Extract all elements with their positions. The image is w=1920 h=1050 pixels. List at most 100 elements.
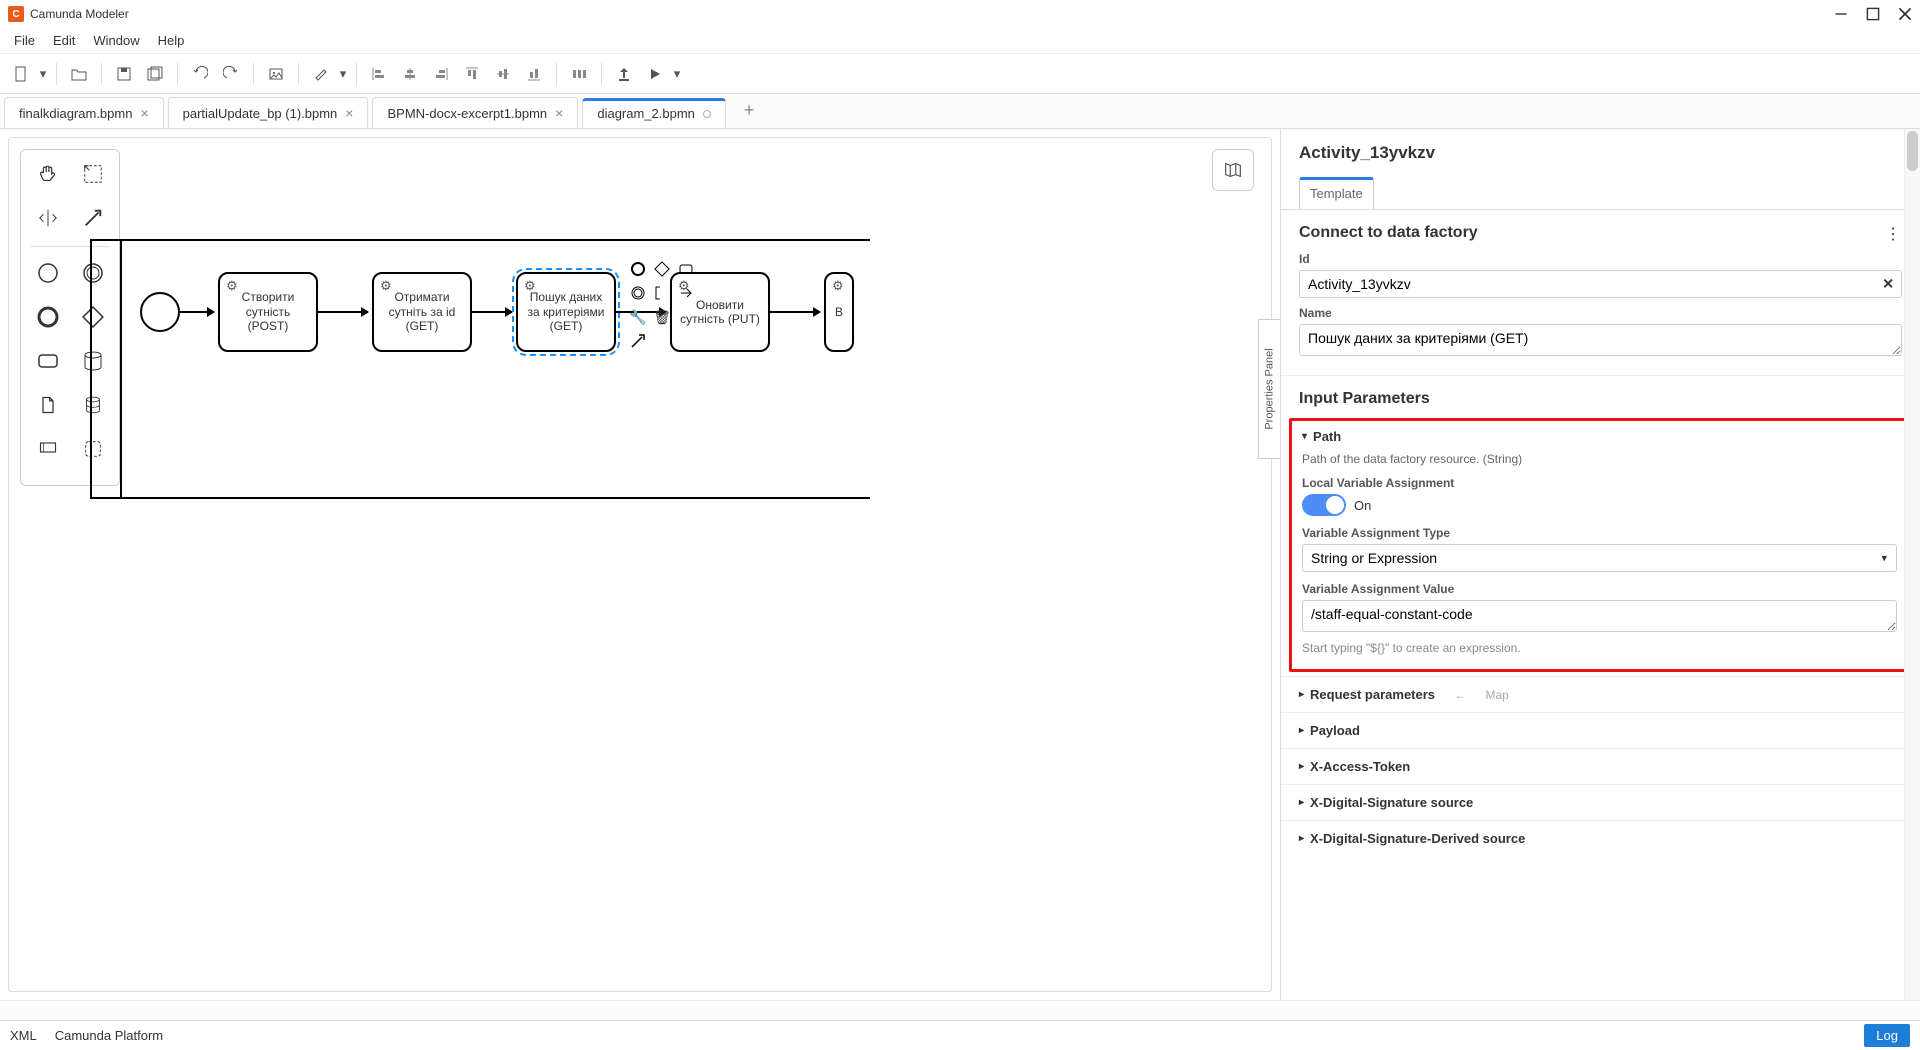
context-pad: 🔧 🗑 — [628, 259, 696, 351]
clear-id-icon[interactable]: ✕ — [1882, 276, 1894, 293]
scrollbar-thumb[interactable] — [1907, 131, 1918, 171]
properties-panel-handle[interactable]: Properties Panel — [1258, 319, 1280, 459]
template-tab[interactable]: Template — [1299, 177, 1374, 209]
close-tab-icon[interactable]: × — [140, 105, 148, 121]
start-dropdown[interactable]: ▾ — [671, 59, 683, 89]
variable-type-select[interactable]: String or Expression — [1302, 544, 1897, 572]
redo-button[interactable] — [216, 59, 246, 89]
align-bottom-button[interactable] — [519, 59, 549, 89]
sequence-flow[interactable] — [318, 311, 368, 313]
space-tool-icon[interactable] — [32, 202, 64, 234]
x-access-token-collapsible[interactable]: ▸X-Access-Token — [1281, 748, 1920, 784]
path-description: Path of the data factory resource. (Stri… — [1302, 452, 1897, 466]
align-middle-button[interactable] — [488, 59, 518, 89]
end-event-icon[interactable] — [32, 301, 64, 333]
start-event[interactable] — [140, 292, 180, 332]
separator — [556, 63, 557, 85]
tab-diagram2[interactable]: diagram_2.bpmn — [582, 98, 726, 128]
x-digital-signature-derived-source-collapsible[interactable]: ▸X-Digital-Signature-Derived source — [1281, 820, 1920, 856]
add-tab-button[interactable]: + — [730, 93, 769, 128]
task-create-post[interactable]: ⚙Створити сутність (POST) — [218, 272, 318, 352]
task-get-by-id[interactable]: ⚙Отримати сутніть за id (GET) — [372, 272, 472, 352]
separator — [356, 63, 357, 85]
close-tab-icon[interactable]: × — [345, 105, 353, 121]
id-input[interactable] — [1299, 270, 1902, 298]
ctx-link-icon[interactable] — [676, 283, 696, 303]
toggle-state-label: On — [1354, 498, 1371, 513]
canvas-area[interactable]: ⚙Створити сутність (POST) ⚙Отримати сутн… — [0, 129, 1280, 1000]
arrow-icon: ← — [1454, 688, 1466, 702]
save-button[interactable] — [109, 59, 139, 89]
tab-bpmn-excerpt[interactable]: BPMN-docx-excerpt1.bpmn× — [372, 97, 578, 128]
deploy-button[interactable] — [609, 59, 639, 89]
undo-button[interactable] — [185, 59, 215, 89]
data-object-icon[interactable] — [32, 389, 64, 421]
pool-icon[interactable] — [32, 433, 64, 465]
menu-edit[interactable]: Edit — [45, 31, 83, 50]
color-button[interactable] — [306, 59, 336, 89]
align-top-button[interactable] — [457, 59, 487, 89]
coll-label: Payload — [1310, 723, 1360, 738]
align-left-button[interactable] — [364, 59, 394, 89]
close-tab-icon[interactable]: × — [555, 105, 563, 121]
sequence-flow[interactable] — [770, 311, 820, 313]
image-button[interactable] — [261, 59, 291, 89]
hand-tool-icon[interactable] — [32, 158, 64, 190]
name-input[interactable]: Пошук даних за критеріями (GET) — [1299, 324, 1902, 356]
menu-window[interactable]: Window — [85, 31, 147, 50]
unsaved-dot-icon — [703, 110, 711, 118]
menu-file[interactable]: File — [6, 31, 43, 50]
ctx-wrench-icon[interactable]: 🔧 — [628, 307, 648, 327]
x-digital-signature-source-collapsible[interactable]: ▸X-Digital-Signature source — [1281, 784, 1920, 820]
local-variable-toggle[interactable] — [1302, 494, 1346, 516]
task-label: Пошук даних за критеріями (GET) — [522, 290, 610, 333]
minimize-button[interactable] — [1834, 7, 1848, 21]
ctx-end-event-icon[interactable] — [628, 259, 648, 279]
minimap-button[interactable] — [1212, 149, 1254, 191]
align-center-button[interactable] — [395, 59, 425, 89]
ctx-connect-icon[interactable] — [628, 331, 648, 351]
tab-partialupdate[interactable]: partialUpdate_bp (1).bpmn× — [168, 97, 369, 128]
menu-help[interactable]: Help — [150, 31, 193, 50]
tab-finalkdiagram[interactable]: finalkdiagram.bpmn × — [4, 97, 164, 128]
task-search-get[interactable]: ⚙Пошук даних за критеріями (GET) — [516, 272, 616, 352]
connect-tool-icon[interactable] — [77, 202, 109, 234]
payload-collapsible[interactable]: ▸ Payload — [1281, 712, 1920, 748]
menu-bar: File Edit Window Help — [0, 28, 1920, 54]
path-collapsible-header[interactable]: ▾ Path — [1302, 429, 1897, 444]
sequence-flow[interactable] — [180, 311, 214, 313]
distribute-button[interactable] — [564, 59, 594, 89]
platform-button[interactable]: Camunda Platform — [55, 1028, 163, 1043]
new-file-dropdown[interactable]: ▾ — [37, 59, 49, 89]
start-event-icon[interactable] — [32, 257, 64, 289]
close-button[interactable] — [1898, 7, 1912, 21]
coll-label: X-Digital-Signature source — [1310, 795, 1473, 810]
align-right-button[interactable] — [426, 59, 456, 89]
task-icon[interactable] — [32, 345, 64, 377]
ctx-intermediate-event-icon[interactable] — [628, 283, 648, 303]
maximize-button[interactable] — [1866, 7, 1880, 21]
task-partial[interactable]: ⚙В — [824, 272, 854, 352]
color-dropdown[interactable]: ▾ — [337, 59, 349, 89]
ctx-task-icon[interactable] — [676, 259, 696, 279]
sequence-flow[interactable] — [472, 311, 512, 313]
chevron-right-icon: ▸ — [1299, 725, 1304, 736]
ctx-gateway-icon[interactable] — [652, 259, 672, 279]
separator — [253, 63, 254, 85]
new-file-button[interactable] — [6, 59, 36, 89]
start-button[interactable] — [640, 59, 670, 89]
xml-view-button[interactable]: XML — [10, 1028, 37, 1043]
log-button[interactable]: Log — [1864, 1024, 1910, 1047]
ctx-annotation-icon[interactable] — [652, 283, 672, 303]
gear-icon: ⚙ — [380, 278, 392, 294]
request-parameters-collapsible[interactable]: ▸Request parameters ← Map — [1281, 676, 1920, 712]
variable-value-input[interactable]: /staff-equal-constant-code — [1302, 600, 1897, 632]
save-all-button[interactable] — [140, 59, 170, 89]
tab-label: finalkdiagram.bpmn — [19, 106, 132, 121]
lasso-tool-icon[interactable] — [77, 158, 109, 190]
vertical-scrollbar[interactable] — [1904, 129, 1920, 1000]
ctx-trash-icon[interactable]: 🗑 — [652, 307, 672, 327]
open-file-button[interactable] — [64, 59, 94, 89]
section-menu-icon[interactable]: ⋮ — [1885, 224, 1902, 244]
gap — [0, 1000, 1920, 1020]
